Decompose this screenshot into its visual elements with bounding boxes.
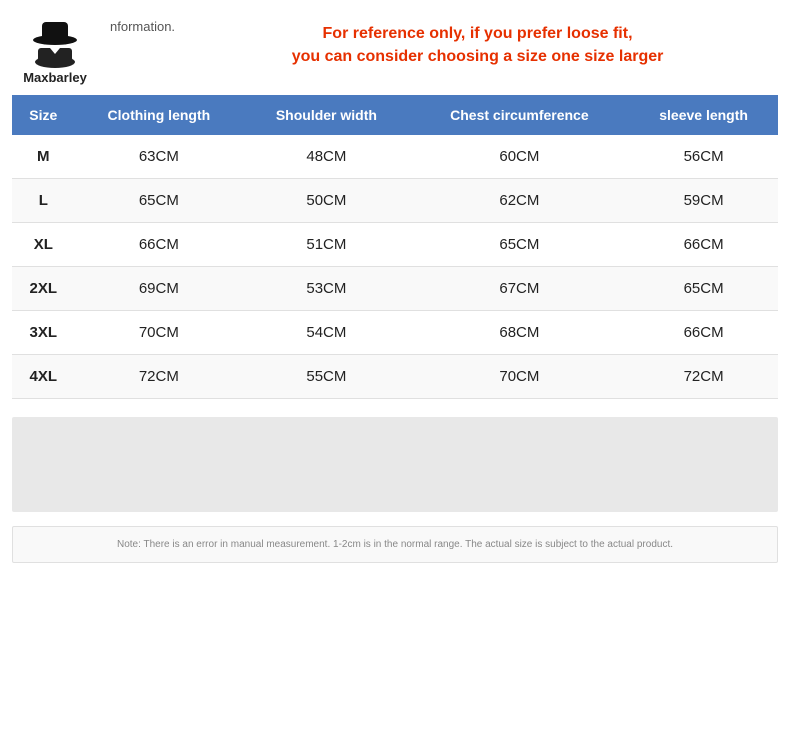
size-cell: L [12, 179, 75, 223]
col-header-clothing-length: Clothing length [75, 95, 244, 135]
measurement-cell: 62CM [410, 179, 630, 223]
measurement-cell: 70CM [75, 311, 244, 355]
size-cell: M [12, 135, 75, 179]
notice-text: For reference only, if you prefer loose … [185, 18, 770, 68]
col-header-chest-circumference: Chest circumference [410, 95, 630, 135]
measurement-cell: 54CM [243, 311, 409, 355]
table-row: L65CM50CM62CM59CM [12, 179, 778, 223]
measurement-cell: 66CM [629, 223, 778, 267]
measurement-cell: 67CM [410, 267, 630, 311]
bottom-placeholder [12, 417, 778, 512]
table-row: 3XL70CM54CM68CM66CM [12, 311, 778, 355]
measurement-cell: 63CM [75, 135, 244, 179]
measurement-cell: 65CM [75, 179, 244, 223]
measurement-cell: 56CM [629, 135, 778, 179]
measurement-cell: 55CM [243, 355, 409, 399]
measurement-cell: 48CM [243, 135, 409, 179]
measurement-cell: 65CM [629, 267, 778, 311]
note-section: Note: There is an error in manual measur… [12, 526, 778, 563]
table-row: 2XL69CM53CM67CM65CM [12, 267, 778, 311]
col-header-shoulder-width: Shoulder width [243, 95, 409, 135]
col-header-sleeve-length: sleeve length [629, 95, 778, 135]
page-wrapper: Maxbarley nformation. For reference only… [0, 0, 790, 745]
measurement-cell: 51CM [243, 223, 409, 267]
brand-name: Maxbarley [23, 70, 87, 85]
col-header-size: Size [12, 95, 75, 135]
measurement-cell: 60CM [410, 135, 630, 179]
table-header-row: Size Clothing length Shoulder width Ches… [12, 95, 778, 135]
table-row: XL66CM51CM65CM66CM [12, 223, 778, 267]
size-cell: 2XL [12, 267, 75, 311]
top-section: Maxbarley nformation. For reference only… [0, 0, 790, 95]
measurement-cell: 72CM [629, 355, 778, 399]
size-table: Size Clothing length Shoulder width Ches… [12, 95, 778, 399]
table-row: 4XL72CM55CM70CM72CM [12, 355, 778, 399]
measurement-cell: 50CM [243, 179, 409, 223]
measurement-cell: 70CM [410, 355, 630, 399]
table-row: M63CM48CM60CM56CM [12, 135, 778, 179]
measurement-cell: 53CM [243, 267, 409, 311]
size-cell: 3XL [12, 311, 75, 355]
measurement-cell: 65CM [410, 223, 630, 267]
info-label: nformation. [110, 18, 175, 36]
brand-logo-icon [28, 18, 83, 68]
measurement-cell: 69CM [75, 267, 244, 311]
measurement-cell: 59CM [629, 179, 778, 223]
note-text: Note: There is an error in manual measur… [25, 537, 765, 552]
measurement-cell: 68CM [410, 311, 630, 355]
size-cell: XL [12, 223, 75, 267]
size-cell: 4XL [12, 355, 75, 399]
measurement-cell: 66CM [629, 311, 778, 355]
size-table-container: Size Clothing length Shoulder width Ches… [12, 95, 778, 399]
logo-area: Maxbarley [10, 18, 100, 85]
measurement-cell: 66CM [75, 223, 244, 267]
measurement-cell: 72CM [75, 355, 244, 399]
